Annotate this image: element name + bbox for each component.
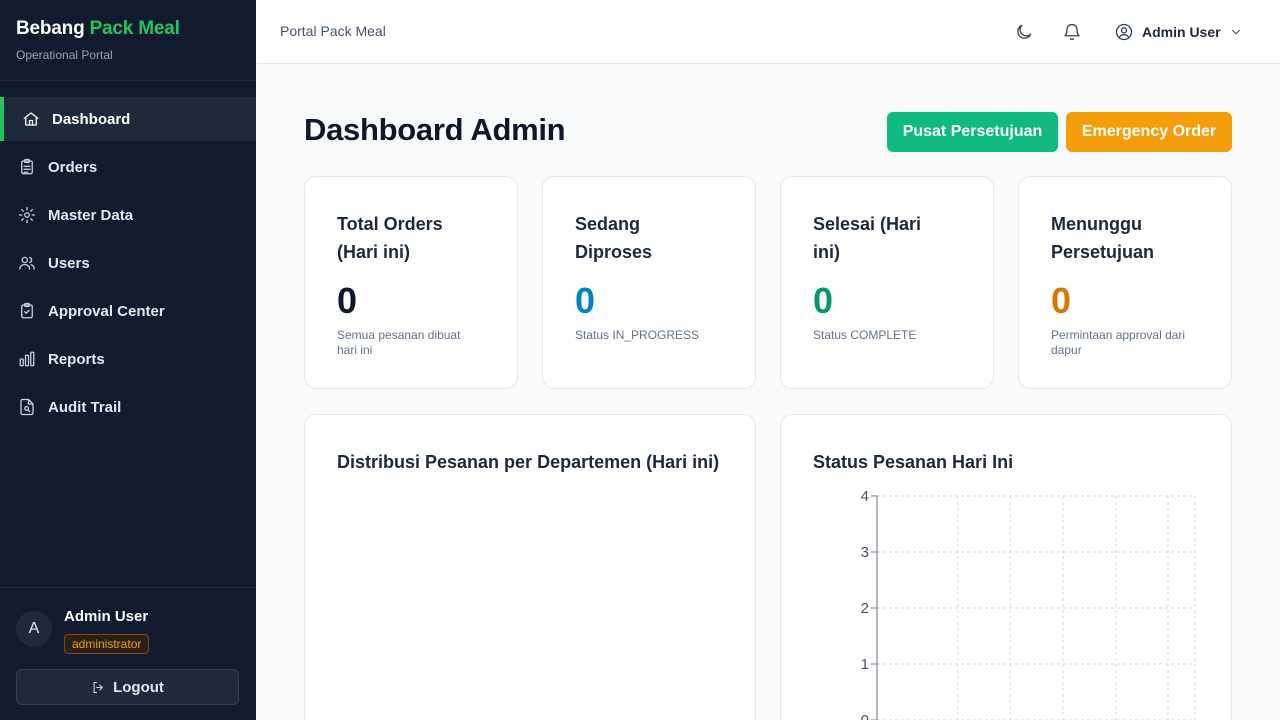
stat-card-in-progress: Sedang Diproses 0 Status IN_PROGRESS (542, 176, 756, 389)
stat-card-total-orders: Total Orders (Hari ini) 0 Semua pesanan … (304, 176, 518, 389)
sidebar-footer: A Admin User administrator Logout (0, 587, 256, 720)
bar-chart-icon (18, 350, 36, 368)
stat-note: Status COMPLETE (813, 328, 917, 342)
topbar: Portal Pack Meal Admin User (256, 0, 1280, 64)
role-badge: administrator (64, 634, 150, 654)
status-chart: 0 1 2 3 4 (861, 488, 1196, 720)
dept-distribution-panel: Distribusi Pesanan per Departemen (Hari … (304, 414, 756, 720)
sidebar-item-label: Audit Trail (48, 398, 122, 416)
sidebar-item-orders[interactable]: Orders (0, 145, 256, 189)
stat-card-complete: Selesai (Hari ini) 0 Status COMPLETE (780, 176, 994, 389)
stat-title: Menunggu Persetujuan (1051, 214, 1155, 262)
brand-subtitle: Operational Portal (16, 48, 113, 62)
emergency-order-button[interactable]: Emergency Order (1066, 112, 1232, 152)
sidebar-user-name: Admin User (64, 608, 149, 625)
topbar-title: Portal Pack Meal (280, 23, 386, 39)
file-search-icon (18, 398, 36, 416)
y-tick-label: 2 (861, 600, 869, 617)
chart-y-ticks: 0 1 2 3 4 (861, 488, 877, 720)
sidebar-item-label: Users (48, 254, 90, 272)
chart-grid (876, 495, 1196, 720)
brand-name-part2: Pack Meal (89, 18, 180, 39)
stat-value: 0 (813, 280, 834, 321)
clipboard-check-icon (18, 302, 36, 320)
sidebar-item-label: Approval Center (48, 302, 165, 320)
sidebar-nav: Dashboard Orders Master Data Users Appro… (0, 97, 256, 433)
sidebar-item-label: Dashboard (52, 110, 131, 128)
theme-toggle-button[interactable] (1012, 20, 1036, 44)
brand-name-part1: Bebang (16, 18, 85, 39)
bell-icon (1064, 23, 1080, 41)
y-tick-label: 1 (861, 656, 869, 673)
y-tick-label: 0 (861, 712, 869, 720)
home-icon (22, 110, 40, 128)
y-tick-label: 3 (861, 544, 869, 561)
dept-panel-title: Distribusi Pesanan per Departemen (Hari … (337, 452, 720, 472)
user-menu-label: Admin User (1142, 24, 1221, 40)
stat-note: Status IN_PROGRESS (575, 328, 700, 342)
sidebar-item-audit-trail[interactable]: Audit Trail (0, 385, 256, 429)
y-tick-label: 4 (861, 488, 869, 505)
sidebar-item-label: Reports (48, 350, 105, 368)
sidebar-item-users[interactable]: Users (0, 241, 256, 285)
users-icon (18, 254, 36, 272)
logout-button[interactable]: Logout (16, 669, 239, 705)
notifications-button[interactable] (1060, 20, 1084, 44)
stat-value: 0 (1051, 280, 1072, 321)
sidebar-item-label: Orders (48, 158, 98, 176)
stat-value: 0 (337, 280, 358, 321)
avatar: A (16, 611, 52, 647)
page-title: Dashboard Admin (304, 112, 566, 147)
stat-title: Total Orders (Hari ini) (337, 214, 443, 262)
sidebar-user: A Admin User administrator (16, 606, 150, 654)
brand: Bebang Pack Meal Operational Portal (0, 0, 256, 81)
stat-title: Selesai (Hari ini) (813, 214, 922, 262)
sidebar-item-master-data[interactable]: Master Data (0, 193, 256, 237)
chevron-down-icon (1231, 29, 1240, 35)
sidebar-item-reports[interactable]: Reports (0, 337, 256, 381)
user-circle-icon (1115, 23, 1133, 41)
moon-icon (1017, 24, 1032, 39)
sidebar-item-approval-center[interactable]: Approval Center (0, 289, 256, 333)
logout-label: Logout (113, 678, 164, 696)
gear-icon (18, 206, 36, 224)
brand-name[interactable]: Bebang Pack Meal (16, 18, 240, 40)
sidebar: Bebang Pack Meal Operational Portal Dash… (0, 0, 256, 720)
logout-icon (93, 681, 103, 693)
user-menu[interactable]: Admin User (1114, 20, 1243, 44)
stat-card-pending-approval: Menunggu Persetujuan 0 Permintaan approv… (1018, 176, 1232, 389)
stat-value: 0 (575, 280, 596, 321)
stat-note: Permintaan approval dari dapur (1051, 328, 1186, 357)
sidebar-item-label: Master Data (48, 206, 134, 224)
stat-note: Semua pesanan dibuat hari ini (337, 328, 461, 357)
stat-title: Sedang Diproses (575, 214, 653, 262)
approval-center-button[interactable]: Pusat Persetujuan (887, 112, 1058, 152)
sidebar-item-dashboard[interactable]: Dashboard (0, 97, 256, 141)
status-chart-panel: Status Pesanan Hari Ini 01234 (780, 414, 1232, 720)
clipboard-icon (18, 158, 36, 176)
